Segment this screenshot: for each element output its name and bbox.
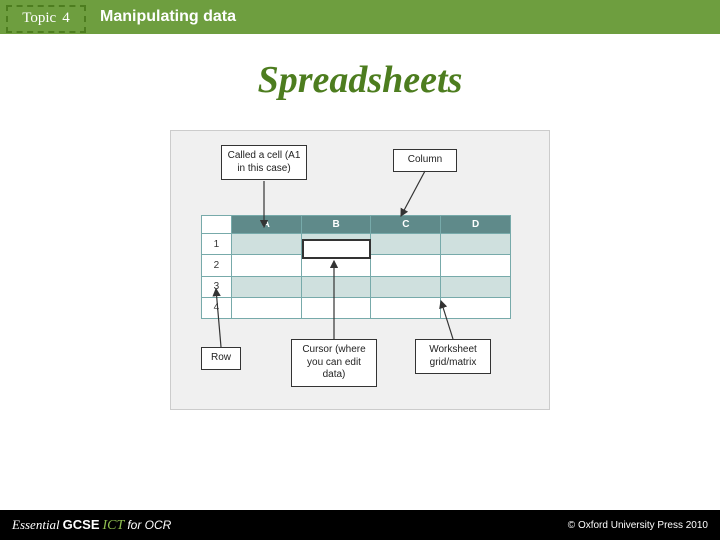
row-header: 1 — [202, 234, 232, 255]
brand-ict: ICT — [103, 518, 125, 534]
brand: Essential GCSE ICT for OCR — [12, 517, 171, 534]
col-header: A — [231, 216, 301, 234]
topic-number: 4 — [62, 10, 70, 27]
row-header: 3 — [202, 276, 232, 297]
label-cell: Called a cell (A1 in this case) — [221, 145, 307, 180]
brand-essential: Essential — [12, 517, 60, 533]
top-bar: Topic 4 Manipulating data — [0, 0, 720, 34]
topic-label: Topic — [22, 10, 56, 27]
topic-badge: Topic 4 — [6, 5, 86, 33]
spreadsheet-diagram: Called a cell (A1 in this case) Column R… — [170, 130, 550, 410]
row-header: 2 — [202, 255, 232, 276]
col-header: D — [441, 216, 511, 234]
cursor-box-icon — [302, 239, 371, 259]
label-row: Row — [201, 347, 241, 370]
chapter-title: Manipulating data — [100, 8, 236, 26]
col-header: C — [371, 216, 441, 234]
col-header: B — [301, 216, 371, 234]
footer-bar: Essential GCSE ICT for OCR © Oxford Univ… — [0, 510, 720, 540]
brand-ocr: for OCR — [127, 518, 171, 532]
page-title: Spreadsheets — [0, 58, 720, 102]
label-matrix: Worksheet grid/matrix — [415, 339, 491, 374]
brand-gcse: GCSE — [63, 517, 100, 532]
spreadsheet-grid: A B C D 1 2 3 4 — [201, 215, 511, 319]
label-cursor: Cursor (where you can edit data) — [291, 339, 377, 387]
label-column: Column — [393, 149, 457, 172]
copyright: © Oxford University Press 2010 — [568, 520, 708, 531]
row-header: 4 — [202, 297, 232, 318]
